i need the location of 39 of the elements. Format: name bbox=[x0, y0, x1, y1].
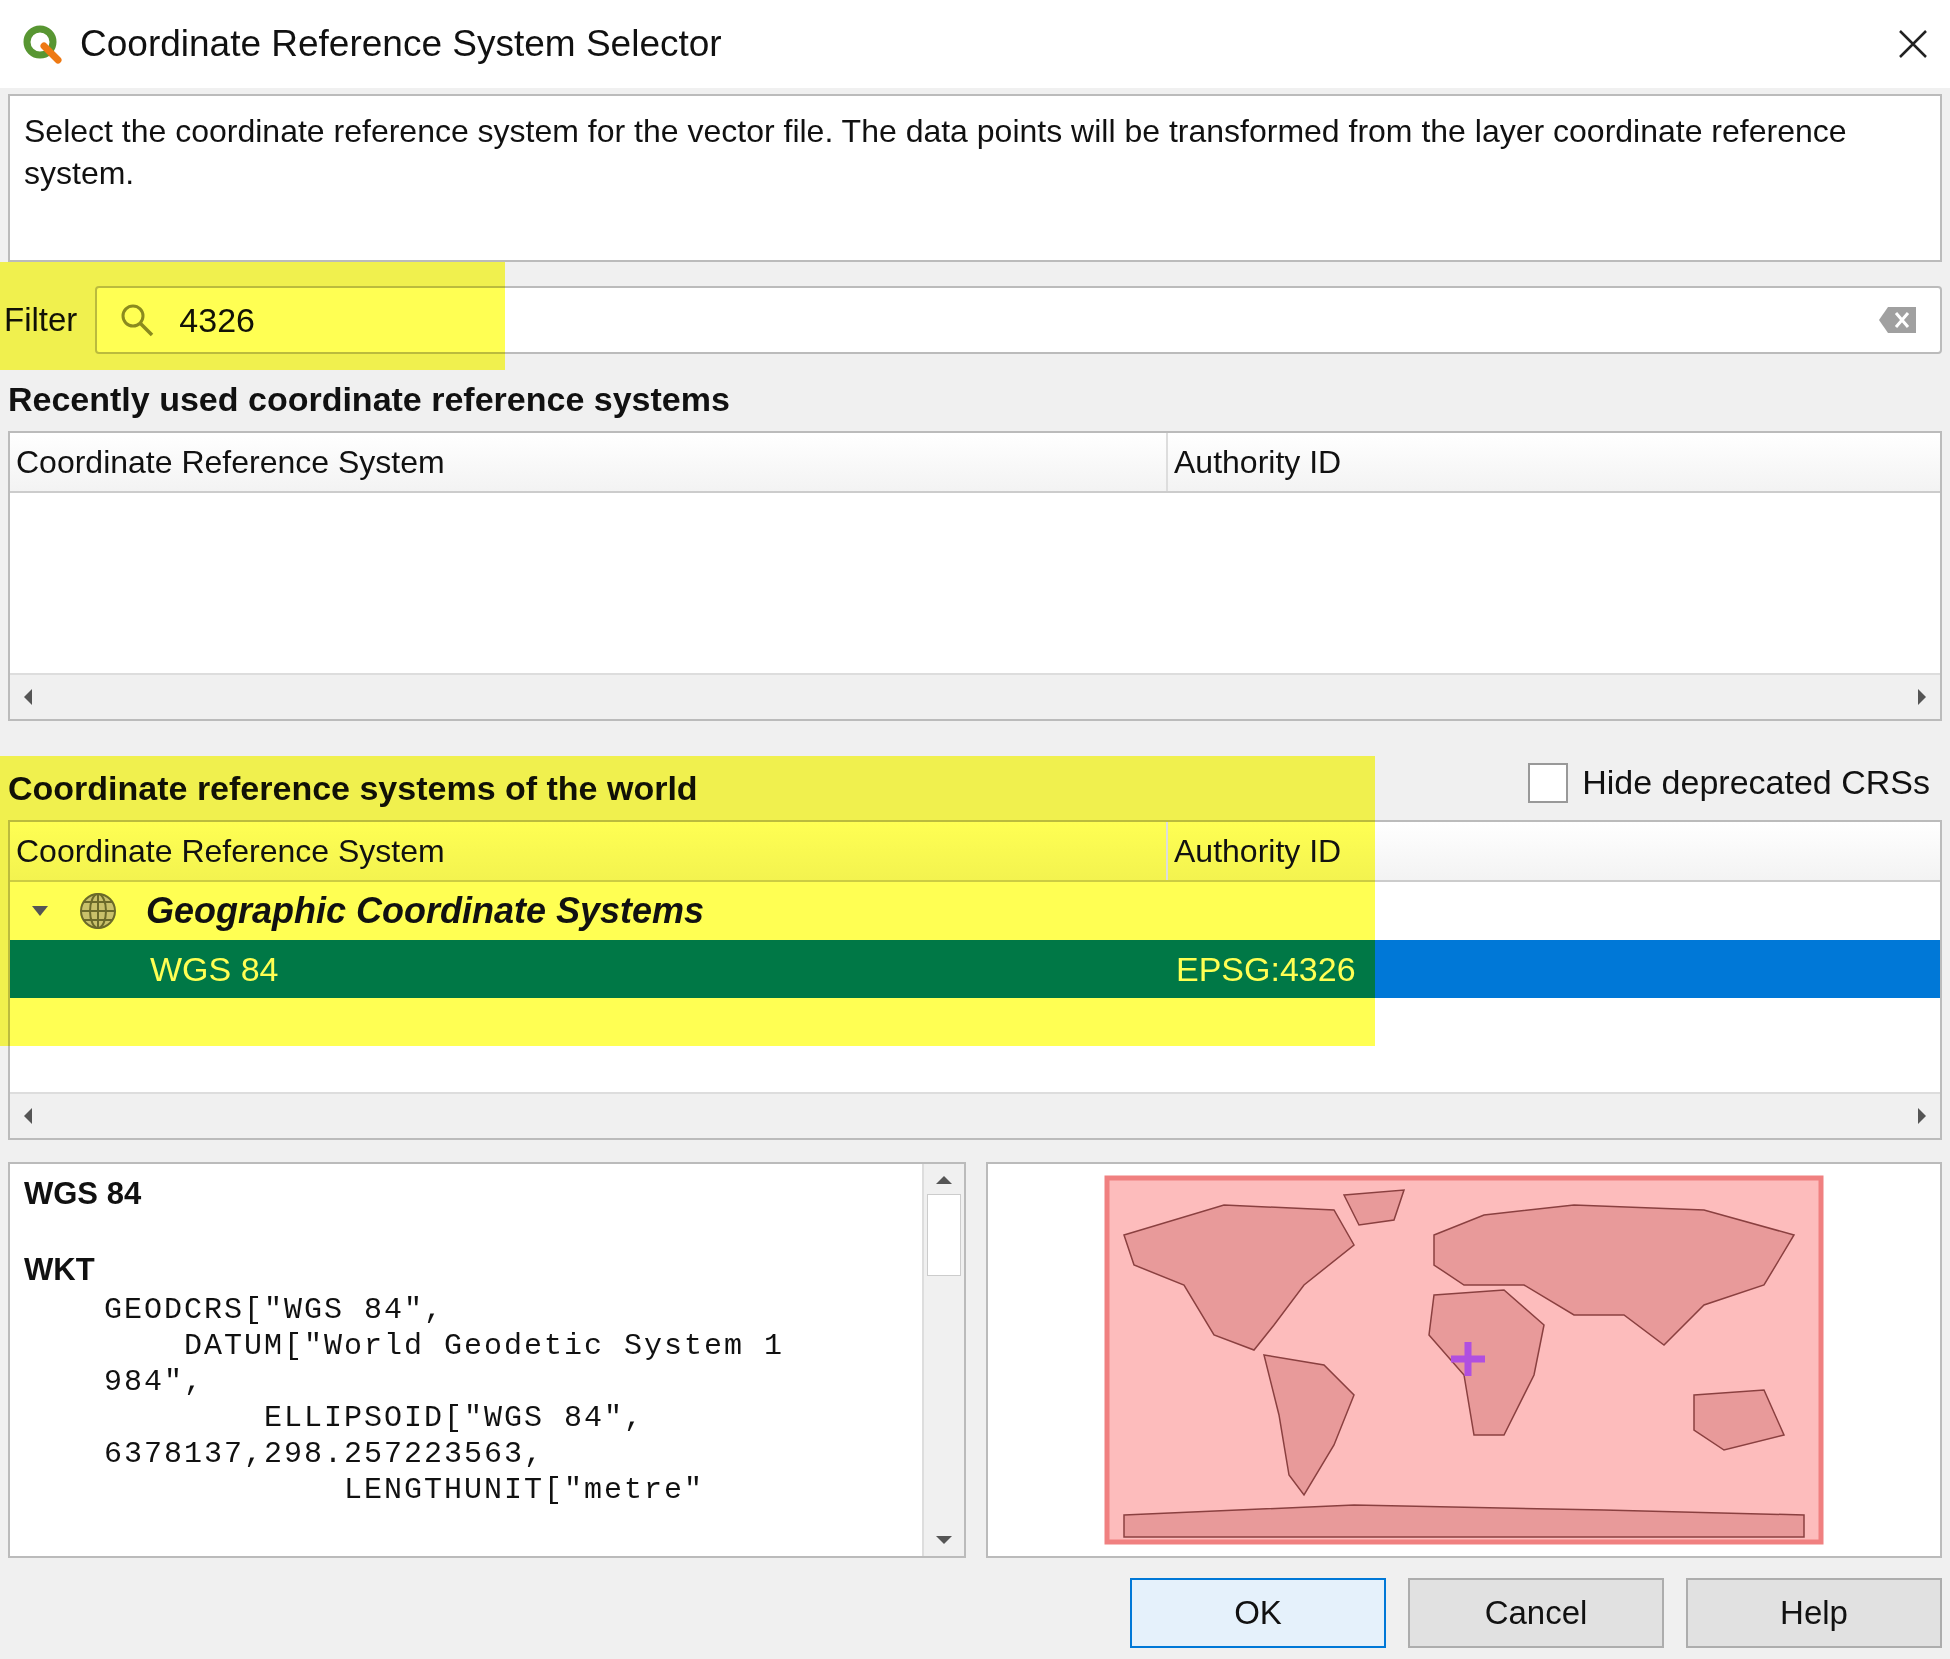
filter-text: 4326 bbox=[179, 300, 256, 340]
horizontal-scrollbar[interactable] bbox=[10, 673, 1940, 719]
checkbox-label: Hide deprecated CRSs bbox=[1582, 763, 1930, 802]
right-arrow-icon[interactable] bbox=[1916, 1106, 1928, 1126]
wkt-line: 6378137,298.257223563, bbox=[103, 1436, 546, 1472]
up-arrow-icon[interactable] bbox=[934, 1174, 954, 1186]
crosshair-icon bbox=[1448, 1339, 1488, 1379]
tree-group-label: Geographic Coordinate Systems bbox=[146, 890, 705, 932]
right-arrow-icon[interactable] bbox=[1916, 687, 1928, 707]
section-heading: Recently used coordinate reference systems bbox=[8, 379, 731, 420]
scrollbar-thumb[interactable] bbox=[927, 1194, 961, 1276]
wkt-line: GEODCRS["WGS 84", bbox=[103, 1292, 446, 1328]
left-arrow-icon[interactable] bbox=[22, 1106, 34, 1126]
crs-name: WGS 84 bbox=[149, 949, 280, 989]
authority-id: EPSG:4326 bbox=[1175, 949, 1356, 989]
window-title: Coordinate Reference System Selector bbox=[80, 23, 722, 65]
crs-title: WGS 84 bbox=[24, 1176, 143, 1212]
description-text: Select the coordinate reference system for the vector file. The data points will be transformed from the layer coordinate reference system. bbox=[8, 94, 1942, 262]
dialog-button[interactable]: Help bbox=[1686, 1578, 1942, 1648]
wkt-line: 984", bbox=[103, 1364, 206, 1400]
column-header[interactable]: Authority ID bbox=[1168, 433, 1940, 491]
wkt-line: DATUM["World Geodetic System 1 bbox=[183, 1328, 786, 1364]
filter-label: Filter bbox=[4, 301, 78, 339]
wkt-heading: WKT bbox=[24, 1252, 96, 1288]
close-icon[interactable] bbox=[1898, 29, 1928, 59]
wkt-line: ELLIPSOID["WGS 84", bbox=[263, 1400, 646, 1436]
dialog-button[interactable]: OK bbox=[1130, 1578, 1386, 1648]
app-logo-icon bbox=[22, 24, 62, 64]
wkt-line: LENGTHUNIT["metre" bbox=[343, 1472, 706, 1508]
column-header[interactable]: Coordinate Reference System bbox=[10, 433, 1168, 491]
down-arrow-icon[interactable] bbox=[934, 1534, 954, 1546]
column-header[interactable]: Authority ID bbox=[1168, 822, 1940, 880]
checkbox[interactable] bbox=[1528, 762, 1569, 803]
dialog-button[interactable]: Cancel bbox=[1408, 1578, 1664, 1648]
section-heading: Coordinate reference systems of the world bbox=[8, 768, 698, 809]
left-arrow-icon[interactable] bbox=[22, 687, 34, 707]
clear-icon[interactable] bbox=[1878, 306, 1918, 334]
horizontal-scrollbar[interactable] bbox=[10, 1092, 1940, 1138]
vertical-scrollbar[interactable] bbox=[922, 1164, 964, 1556]
